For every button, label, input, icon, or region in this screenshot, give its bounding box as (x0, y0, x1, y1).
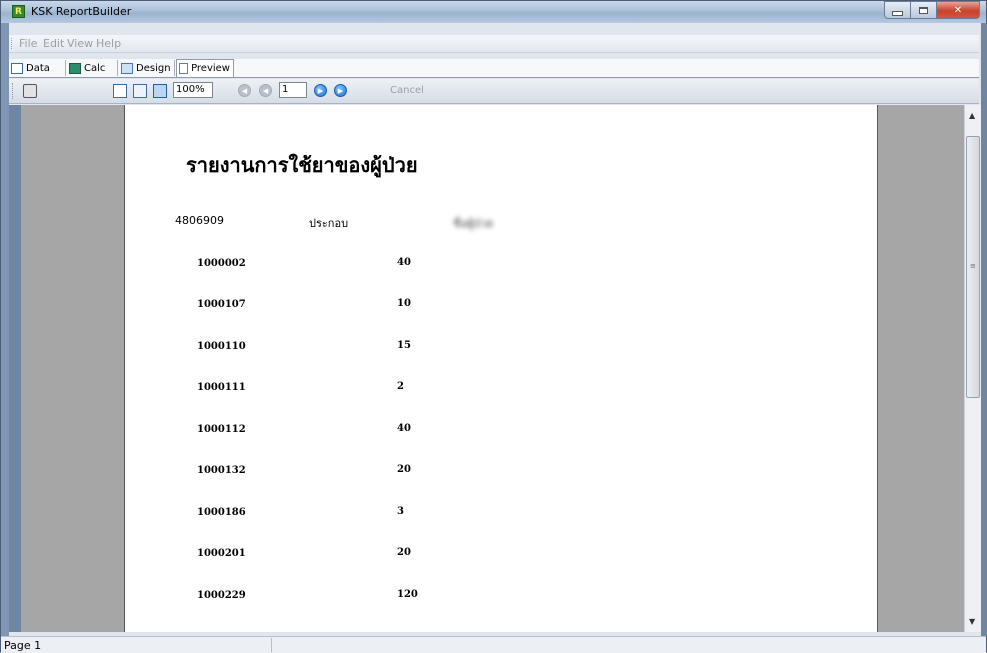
menu-grip (11, 38, 14, 49)
tab-data[interactable]: Data (9, 60, 66, 76)
status-bar: Page 1 (1, 636, 986, 653)
title-bar[interactable]: R KSK ReportBuilder ✕ (1, 1, 986, 23)
row-qty: 20 (397, 547, 411, 558)
first-page-icon[interactable]: ◀ (238, 84, 251, 97)
menu-edit[interactable]: Edit (43, 37, 64, 50)
row-qty: 15 (397, 340, 411, 351)
menu-bar: File Edit View Help (9, 35, 979, 53)
row-code: 1000186 (197, 507, 246, 518)
vertical-scrollbar[interactable]: ▲ ≡ ▼ (964, 105, 981, 632)
window-frame-left (1, 23, 9, 636)
patient-name-blurred: ชื่อผู้ป่วย (453, 217, 494, 230)
page-width-icon[interactable] (133, 84, 147, 98)
report-title: รายงานการใช้ยาของผู้ป่วย (186, 153, 418, 177)
row-code: 1000107 (197, 299, 246, 310)
prev-page-icon[interactable]: ◀ (259, 84, 272, 97)
scroll-grip-icon: ≡ (970, 262, 976, 270)
tab-preview-label: Preview (191, 63, 230, 74)
row-code: 1000229 (197, 590, 246, 601)
row-qty: 20 (397, 464, 411, 475)
tab-design[interactable]: Design (119, 60, 175, 76)
window-frame-right (981, 23, 987, 636)
app-window: R KSK ReportBuilder ✕ File Edit View Hel… (0, 0, 987, 653)
app-icon: R (12, 5, 25, 18)
scroll-up-icon[interactable]: ▲ (969, 111, 975, 120)
tab-calc-label: Calc (84, 62, 106, 74)
tab-data-label: Data (26, 62, 50, 74)
row-code: 1000002 (197, 258, 246, 269)
maximize-icon (919, 6, 928, 14)
tab-design-label: Design (136, 62, 171, 74)
row-qty: 40 (397, 257, 411, 268)
row-qty: 40 (397, 423, 411, 434)
calc-icon (69, 62, 81, 74)
preview-icon (179, 63, 189, 74)
minimize-button[interactable] (884, 1, 910, 19)
status-divider (271, 638, 272, 652)
tab-preview[interactable]: Preview (176, 59, 234, 77)
scroll-thumb[interactable]: ≡ (966, 136, 980, 398)
row-code: 1000110 (197, 341, 246, 352)
header-label: ประกอบ (309, 217, 349, 230)
close-icon: ✕ (953, 4, 963, 16)
maximize-button[interactable] (910, 1, 936, 19)
row-qty: 2 (397, 381, 404, 392)
row-code: 1000201 (197, 548, 246, 559)
next-page-icon[interactable]: ▶ (314, 84, 327, 97)
zoom-input[interactable]: 100% (173, 82, 213, 98)
preview-toolbar: 100% ◀ ◀ 1 ▶ ▶ Cancel (9, 79, 979, 104)
report-page: รายงานการใช้ยาของผู้ป่วย 4806909 ประกอบ … (124, 105, 878, 632)
close-button[interactable]: ✕ (936, 1, 980, 19)
scroll-down-icon[interactable]: ▼ (969, 617, 975, 626)
patient-hn: 4806909 (175, 214, 224, 227)
tab-bar: Data Calc Design Preview (9, 59, 979, 78)
tab-calc[interactable]: Calc (67, 60, 118, 76)
row-qty: 3 (397, 506, 404, 517)
cancel-button[interactable]: Cancel (387, 82, 427, 99)
row-qty: 120 (397, 589, 418, 600)
menu-view[interactable]: View (67, 37, 93, 50)
menu-help[interactable]: Help (96, 37, 121, 50)
row-code: 1000112 (197, 424, 246, 435)
page-number-input[interactable]: 1 (279, 82, 307, 98)
zoom-100-icon[interactable] (153, 84, 167, 98)
design-icon (121, 62, 133, 74)
toolbar-grip (12, 83, 15, 99)
whole-page-icon[interactable] (113, 84, 127, 98)
status-page: Page 1 (4, 639, 42, 652)
data-icon (11, 62, 23, 74)
row-code: 1000111 (197, 382, 246, 393)
row-code: 1000132 (197, 465, 246, 476)
minimize-icon (892, 10, 903, 16)
menu-file[interactable]: File (19, 37, 37, 50)
last-page-icon[interactable]: ▶ (334, 84, 347, 97)
row-qty: 10 (397, 298, 411, 309)
print-icon[interactable] (23, 84, 37, 98)
window-title: KSK ReportBuilder (31, 5, 132, 18)
window-controls: ✕ (884, 1, 980, 19)
preview-area[interactable]: รายงานการใช้ยาของผู้ป่วย 4806909 ประกอบ … (21, 105, 964, 632)
preview-left-frame (9, 105, 21, 632)
